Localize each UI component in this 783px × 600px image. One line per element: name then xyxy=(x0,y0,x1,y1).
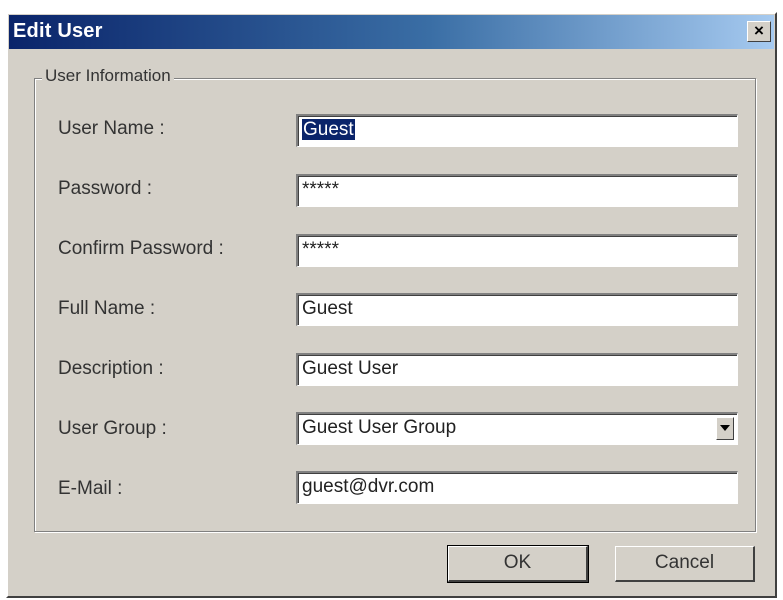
description-label: Description : xyxy=(58,358,164,379)
window-title: Edit User xyxy=(13,20,103,42)
password-field[interactable]: ***** xyxy=(296,174,738,207)
ok-button[interactable]: OK xyxy=(447,545,589,583)
confirm-password-field[interactable]: ***** xyxy=(296,234,738,267)
user-name-field[interactable]: Guest xyxy=(296,114,738,147)
email-label: E-Mail : xyxy=(58,478,123,499)
password-label: Password : xyxy=(58,178,152,199)
description-field[interactable]: Guest User xyxy=(296,353,738,386)
description-value: Guest User xyxy=(302,358,399,379)
confirm-password-value: ***** xyxy=(302,239,339,260)
email-value: guest@dvr.com xyxy=(302,476,435,497)
title-bar[interactable]: Edit User × xyxy=(9,15,774,49)
chevron-down-icon[interactable] xyxy=(716,417,734,440)
user-name-value: Guest xyxy=(302,119,355,140)
cancel-button[interactable]: Cancel xyxy=(615,546,755,582)
full-name-value: Guest xyxy=(302,298,353,319)
email-field[interactable]: guest@dvr.com xyxy=(296,471,738,504)
close-button[interactable]: × xyxy=(747,21,771,42)
group-legend: User Information xyxy=(42,66,174,86)
full-name-field[interactable]: Guest xyxy=(296,293,738,326)
close-icon: × xyxy=(754,21,764,40)
user-name-label: User Name : xyxy=(58,118,165,139)
full-name-label: Full Name : xyxy=(58,298,156,319)
user-group-value: Guest User Group xyxy=(302,417,457,438)
confirm-password-label: Confirm Password : xyxy=(58,238,224,259)
user-group-select[interactable]: Guest User Group xyxy=(296,412,738,445)
password-value: ***** xyxy=(302,179,339,200)
edit-user-dialog: Edit User × User Information User Name :… xyxy=(6,12,777,598)
user-group-label: User Group : xyxy=(58,418,167,439)
